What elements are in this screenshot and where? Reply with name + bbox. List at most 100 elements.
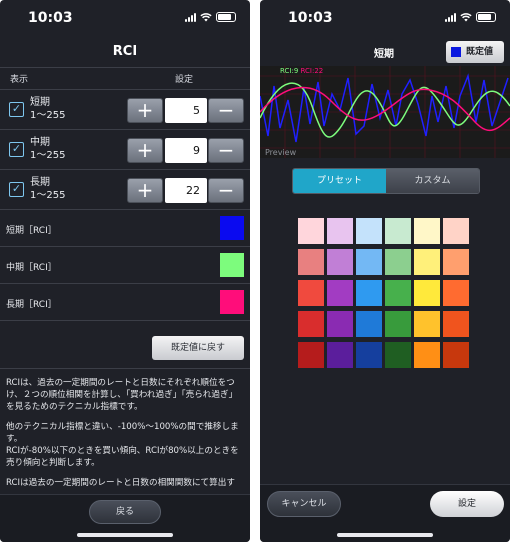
- decrement-button-short[interactable]: −: [208, 98, 244, 123]
- status-icons: [185, 12, 236, 22]
- tab-preset[interactable]: プリセット: [293, 169, 386, 193]
- palette-swatch[interactable]: [385, 311, 411, 337]
- palette-swatch[interactable]: [414, 342, 440, 368]
- bottom-toolbar: 戻る: [0, 494, 250, 542]
- palette-swatch[interactable]: [443, 311, 469, 337]
- desc-paragraph: RCIは過去の一定期間のレートと日数の相関関数にて算出す: [6, 478, 235, 488]
- color-row-mid: 中期［RCI］: [0, 247, 250, 284]
- home-indicator: [337, 533, 433, 537]
- palette-swatch[interactable]: [327, 218, 353, 244]
- palette-swatch[interactable]: [385, 218, 411, 244]
- param-row-short: ✓ 短期 1～255 + 5 −: [0, 90, 250, 130]
- palette-swatch[interactable]: [443, 249, 469, 275]
- param-label: 中期 1～255: [30, 136, 65, 162]
- header-setting: 設定: [175, 75, 194, 85]
- status-time: 10:03: [288, 10, 333, 26]
- value-field-mid[interactable]: 9: [165, 138, 207, 163]
- preview-chart-svg: [260, 66, 510, 158]
- default-color-button[interactable]: 既定値: [446, 41, 504, 63]
- palette-swatch[interactable]: [385, 342, 411, 368]
- palette-swatch[interactable]: [443, 280, 469, 306]
- status-time: 10:03: [28, 10, 73, 26]
- color-row-short: 短期［RCI］: [0, 210, 250, 247]
- status-icons: [445, 12, 496, 22]
- palette-swatch[interactable]: [385, 249, 411, 275]
- palette-swatch[interactable]: [414, 249, 440, 275]
- increment-button-short[interactable]: +: [127, 98, 163, 123]
- default-color-swatch: [451, 47, 461, 57]
- cellular-signal-icon: [185, 12, 196, 22]
- palette-swatch[interactable]: [327, 311, 353, 337]
- apply-button[interactable]: 設定: [430, 491, 504, 517]
- desc-paragraph: RCIは、過去の一定期間のレートと日数にそれぞれ順位をつけ、２つの順位相関を計算…: [6, 378, 238, 412]
- battery-icon: [216, 12, 236, 22]
- rci-settings-screen: 10:03 RCI 表示 設定 ✓ 短期 1～255 + 5 − ✓ 中期 1～25…: [0, 0, 250, 542]
- status-bar: 10:03: [260, 0, 510, 36]
- nav-bar: 短期 既定値: [260, 36, 510, 70]
- increment-button-mid[interactable]: +: [127, 138, 163, 163]
- column-header: 表示 設定: [0, 68, 250, 90]
- param-label: 長期 1～255: [30, 176, 65, 202]
- show-checkbox-short[interactable]: ✓: [9, 102, 24, 117]
- palette-swatch[interactable]: [298, 218, 324, 244]
- color-row-long: 長期［RCI］: [0, 284, 250, 321]
- reset-defaults-button[interactable]: 既定値に戻す: [152, 336, 244, 360]
- color-palette: [298, 218, 469, 368]
- palette-swatch[interactable]: [356, 311, 382, 337]
- home-indicator: [77, 533, 173, 537]
- bottom-toolbar: キャンセル 設定: [260, 484, 510, 542]
- palette-swatch[interactable]: [356, 249, 382, 275]
- decrement-button-long[interactable]: −: [208, 178, 244, 203]
- description-text: RCIは、過去の一定期間のレートと日数にそれぞれ順位をつけ、２つの順位相関を計算…: [0, 369, 250, 489]
- palette-swatch[interactable]: [414, 280, 440, 306]
- palette-swatch[interactable]: [298, 249, 324, 275]
- chart-label-long: RCI:22: [300, 67, 324, 75]
- reset-row: 既定値に戻す: [0, 321, 250, 369]
- desc-line: 他のテクニカル指標と違い、-100%～100%の間で推移します。: [6, 422, 239, 444]
- palette-swatch[interactable]: [327, 280, 353, 306]
- palette-swatch[interactable]: [356, 280, 382, 306]
- param-label: 短期 1～255: [30, 96, 65, 122]
- palette-swatch[interactable]: [385, 280, 411, 306]
- palette-tabs: プリセット カスタム: [292, 168, 480, 194]
- palette-swatch[interactable]: [298, 280, 324, 306]
- value-field-long[interactable]: 22: [165, 178, 207, 203]
- color-swatch-short[interactable]: [220, 216, 244, 240]
- wifi-icon: [460, 13, 472, 22]
- color-label: 長期［RCI］: [6, 300, 57, 310]
- palette-swatch[interactable]: [356, 342, 382, 368]
- palette-swatch[interactable]: [327, 342, 353, 368]
- palette-swatch[interactable]: [298, 311, 324, 337]
- palette-swatch[interactable]: [298, 342, 324, 368]
- palette-swatch[interactable]: [356, 218, 382, 244]
- nav-title: RCI: [0, 36, 250, 68]
- increment-button-long[interactable]: +: [127, 178, 163, 203]
- palette-swatch[interactable]: [414, 218, 440, 244]
- back-button[interactable]: 戻る: [89, 500, 161, 524]
- desc-line: RCIが-80%以下のときを買い傾向、RCIが80%以上のときを売り傾向と判断し…: [6, 446, 239, 468]
- color-swatch-mid[interactable]: [220, 253, 244, 277]
- value-field-short[interactable]: 5: [165, 98, 207, 123]
- nav-title: 短期: [374, 49, 394, 60]
- preview-label: Preview: [265, 148, 297, 157]
- color-swatch-long[interactable]: [220, 290, 244, 314]
- show-checkbox-mid[interactable]: ✓: [9, 142, 24, 157]
- param-name: 長期: [30, 177, 50, 188]
- status-bar: 10:03: [0, 0, 250, 36]
- desc-paragraph: 他のテクニカル指標と違い、-100%～100%の間で推移します。 RCIが-80%…: [6, 421, 244, 469]
- palette-swatch[interactable]: [327, 249, 353, 275]
- header-display: 表示: [10, 75, 29, 85]
- wifi-icon: [200, 13, 212, 22]
- color-picker-screen: 10:03 短期 既定値 RCI:9 RCI:22 Preview プリセット …: [260, 0, 510, 542]
- palette-swatch[interactable]: [443, 342, 469, 368]
- cellular-signal-icon: [445, 12, 456, 22]
- preview-chart: RCI:9 RCI:22 Preview: [260, 66, 510, 158]
- tab-custom[interactable]: カスタム: [386, 169, 479, 193]
- palette-swatch[interactable]: [414, 311, 440, 337]
- color-label: 中期［RCI］: [6, 263, 57, 273]
- param-range: 1～255: [30, 190, 66, 201]
- cancel-button[interactable]: キャンセル: [267, 491, 341, 517]
- decrement-button-mid[interactable]: −: [208, 138, 244, 163]
- show-checkbox-long[interactable]: ✓: [9, 182, 24, 197]
- palette-swatch[interactable]: [443, 218, 469, 244]
